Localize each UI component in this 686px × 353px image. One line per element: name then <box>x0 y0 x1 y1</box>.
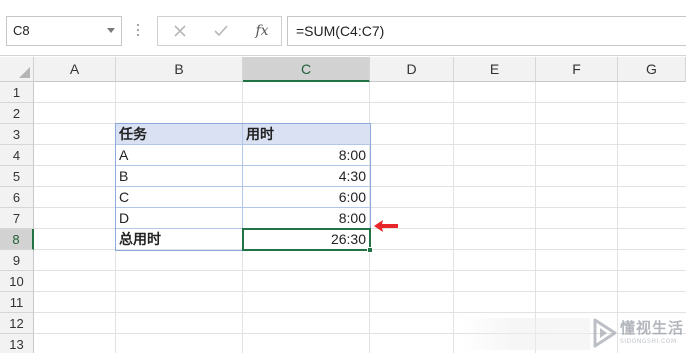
row-header-4[interactable]: 4 <box>0 145 34 166</box>
watermark-fade <box>462 318 590 350</box>
row-header-5[interactable]: 5 <box>0 166 34 187</box>
arrow-left-icon <box>374 220 398 232</box>
check-icon <box>214 25 228 37</box>
row-header-6[interactable]: 6 <box>0 187 34 208</box>
row-header-13[interactable]: 13 <box>0 334 34 353</box>
row-header-11[interactable]: 11 <box>0 292 34 313</box>
cell-c7[interactable]: 8:00 <box>243 208 370 229</box>
enter-button[interactable] <box>201 17 241 45</box>
column-header-b[interactable]: B <box>116 57 243 82</box>
gridline <box>34 291 686 292</box>
row-header-7[interactable]: 7 <box>0 208 34 229</box>
gridline <box>34 270 686 271</box>
cell-b6[interactable]: C <box>116 187 243 208</box>
row-header-2[interactable]: 2 <box>0 103 34 124</box>
chevron-down-icon[interactable] <box>107 28 115 33</box>
formula-buttons: fx <box>157 16 282 46</box>
gridline <box>34 102 686 103</box>
name-box[interactable]: C8 <box>6 16 122 46</box>
row-header-10[interactable]: 10 <box>0 271 34 292</box>
column-header-c[interactable]: C <box>243 57 370 82</box>
spreadsheet-grid[interactable]: A B C D E F G 1 2 3 4 5 6 7 8 9 10 11 12… <box>0 57 686 353</box>
watermark: 懂视生活 SIDONGSHI.COM <box>590 316 686 350</box>
table-divider <box>116 186 370 187</box>
column-header-f[interactable]: F <box>536 57 618 82</box>
cancel-button[interactable] <box>160 17 200 45</box>
column-header-g[interactable]: G <box>618 57 686 82</box>
table-divider <box>116 165 370 166</box>
formula-input[interactable]: =SUM(C4:C7) <box>287 16 686 46</box>
table-divider <box>116 207 370 208</box>
watermark-text: 懂视生活 <box>620 319 685 337</box>
column-header-d[interactable]: D <box>370 57 454 82</box>
more-vertical-icon[interactable] <box>136 22 140 38</box>
cell-b5[interactable]: B <box>116 166 243 187</box>
row-header-12[interactable]: 12 <box>0 313 34 334</box>
cell-b4[interactable]: A <box>116 145 243 166</box>
cell-b7[interactable]: D <box>116 208 243 229</box>
table-divider <box>116 144 370 145</box>
row-header-3[interactable]: 3 <box>0 124 34 145</box>
gridline <box>34 312 686 313</box>
column-header-a[interactable]: A <box>34 57 116 82</box>
cell-c3[interactable]: 用时 <box>243 124 370 145</box>
fx-icon: fx <box>255 23 269 39</box>
select-all-button[interactable] <box>0 57 34 82</box>
cell-c5[interactable]: 4:30 <box>243 166 370 187</box>
cell-b8[interactable]: 总用时 <box>116 229 243 250</box>
watermark-subtext: SIDONGSHI.COM <box>620 338 677 345</box>
column-header-e[interactable]: E <box>454 57 536 82</box>
formula-text[interactable]: =SUM(C4:C7) <box>296 23 384 39</box>
active-cell-selection[interactable] <box>242 228 371 251</box>
close-icon <box>174 25 186 37</box>
row-header-1[interactable]: 1 <box>0 82 34 103</box>
fill-handle[interactable] <box>367 247 373 253</box>
insert-function-button[interactable]: fx <box>242 17 282 45</box>
play-logo-icon <box>593 318 617 348</box>
row-header-8[interactable]: 8 <box>0 229 34 250</box>
formula-bar: C8 fx =SUM(C4:C7) <box>0 0 686 56</box>
name-box-value[interactable]: C8 <box>13 23 30 38</box>
cell-b3[interactable]: 任务 <box>116 124 243 145</box>
cell-c4[interactable]: 8:00 <box>243 145 370 166</box>
row-header-9[interactable]: 9 <box>0 250 34 271</box>
cell-c6[interactable]: 6:00 <box>243 187 370 208</box>
